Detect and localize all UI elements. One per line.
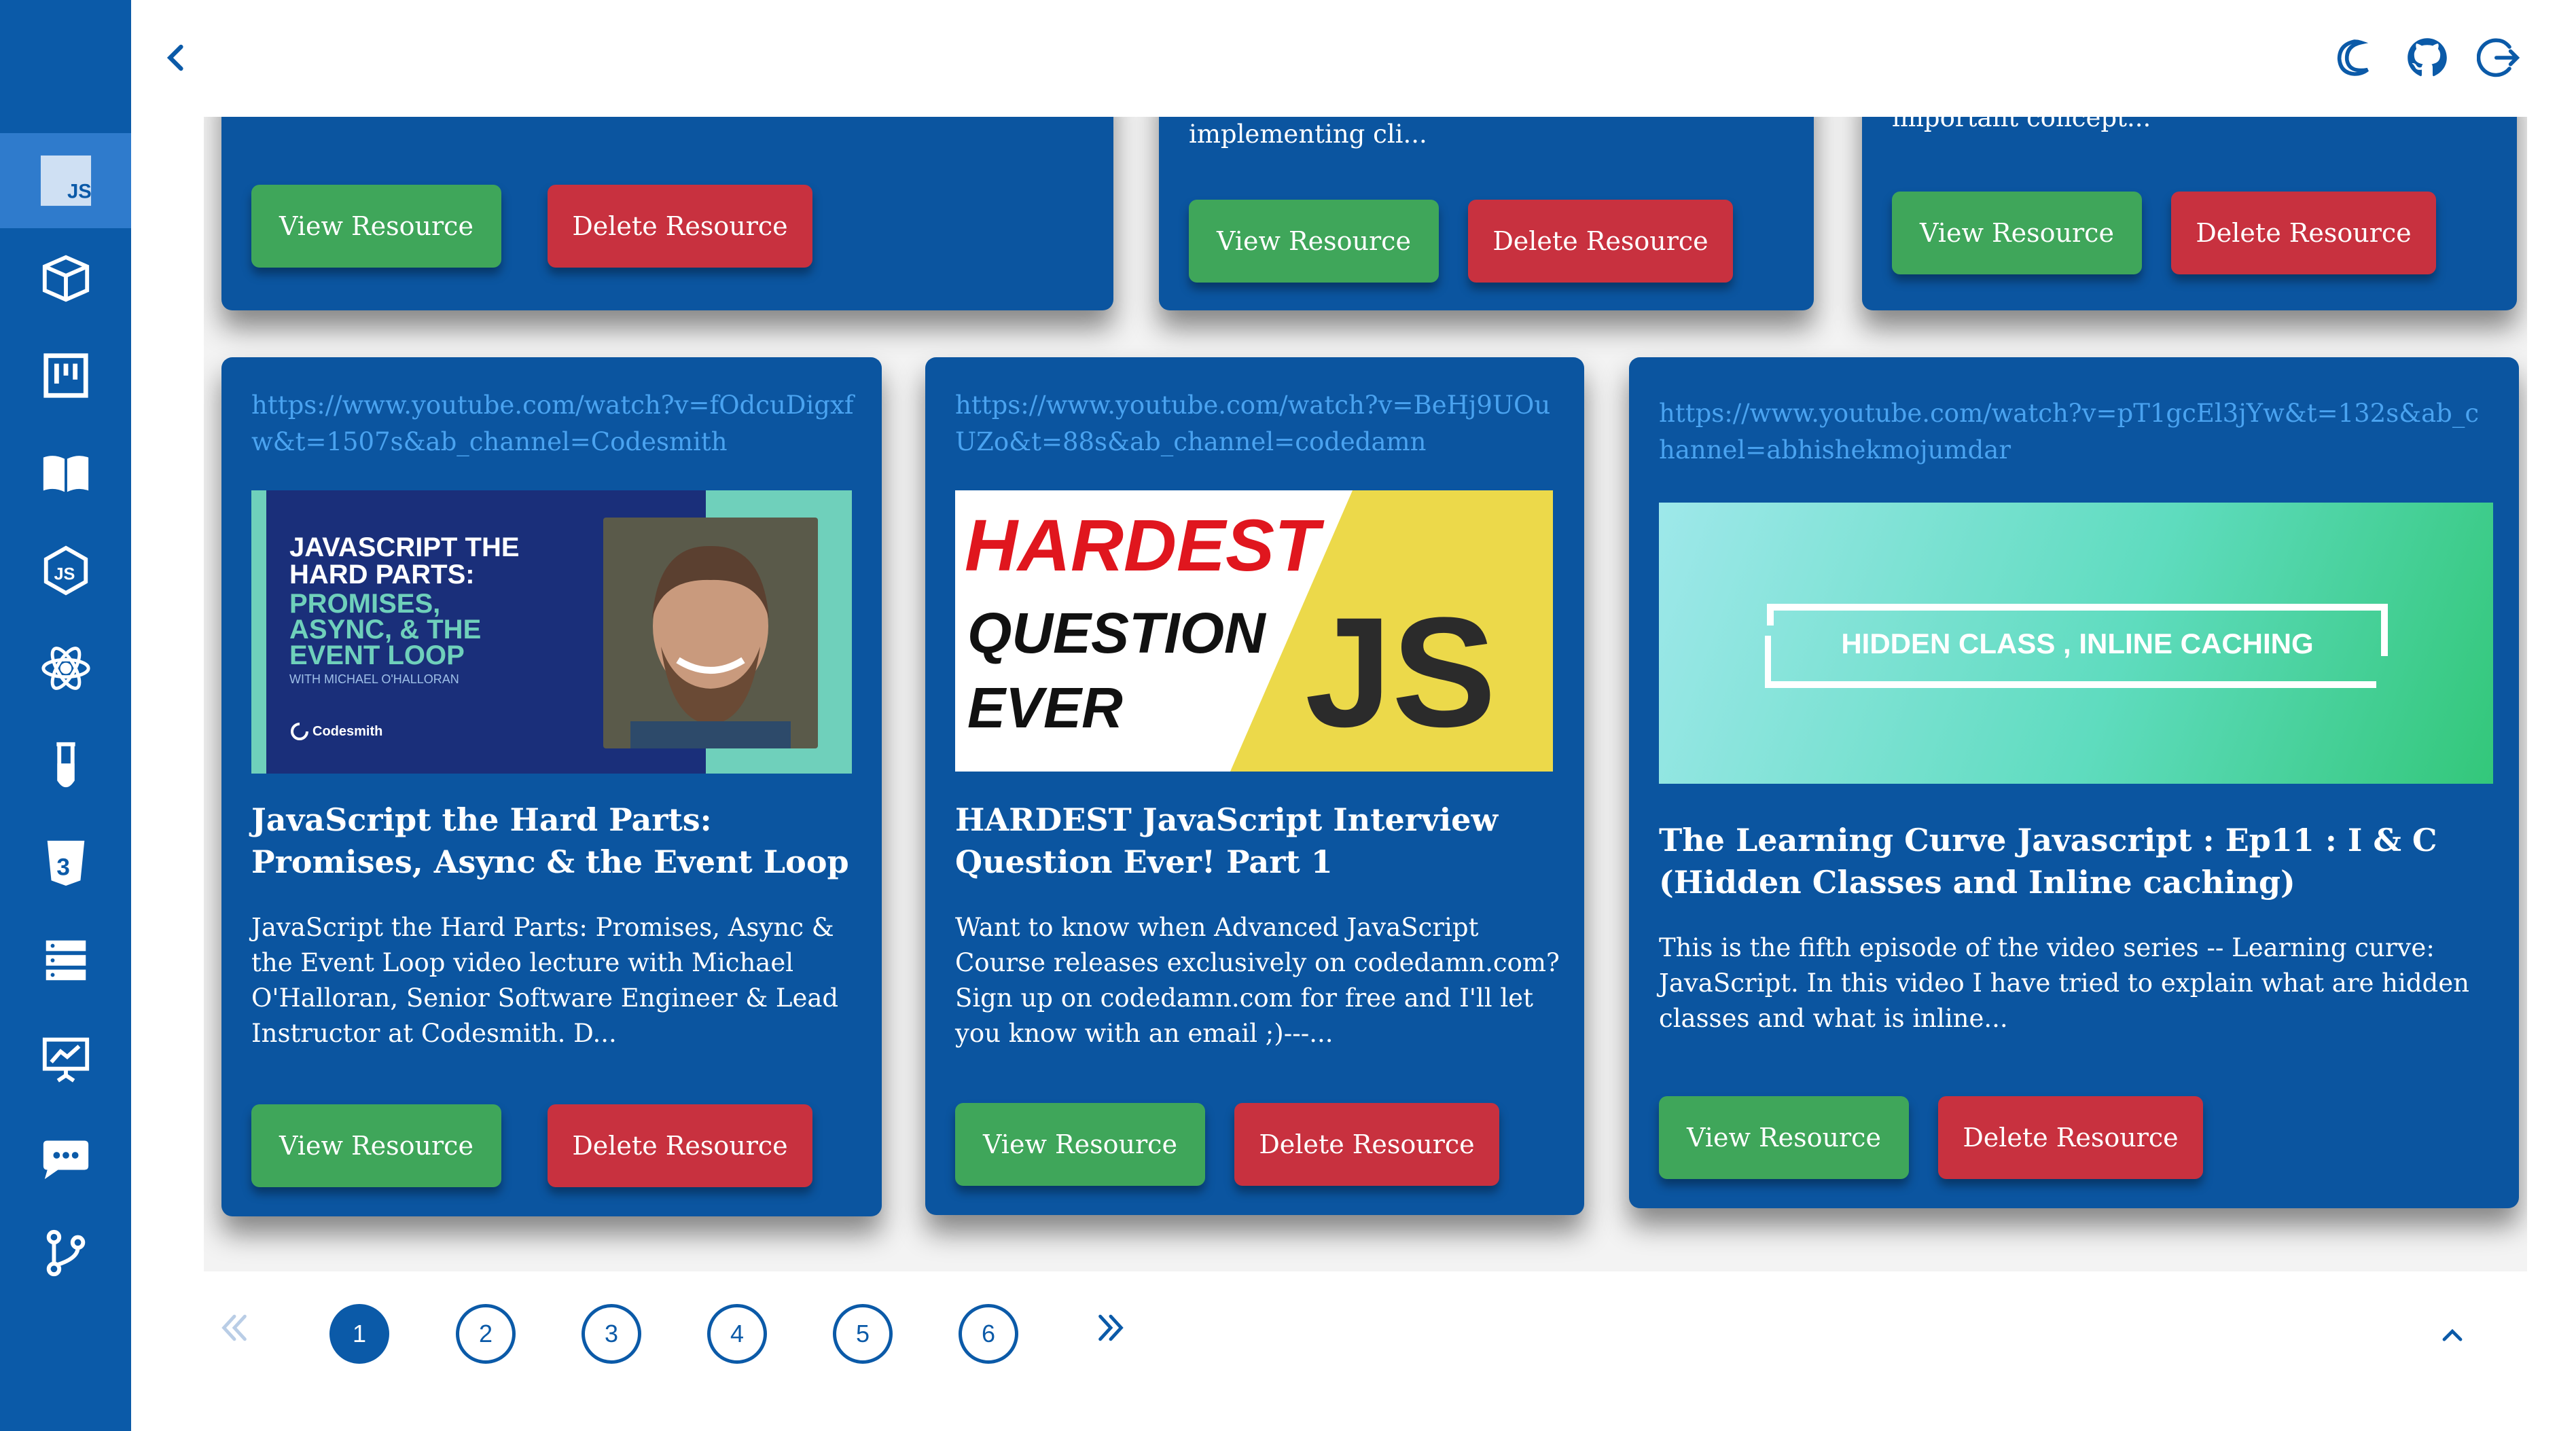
github-button[interactable]: [2397, 27, 2458, 88]
github-icon: [2408, 38, 2447, 77]
sidebar-item-kanban[interactable]: [0, 328, 131, 423]
thumb-headline: EVER: [967, 676, 1123, 740]
resource-url-link[interactable]: https://www.youtube.com/watch?v=fOdcuDig…: [251, 387, 863, 460]
app-root: JS JS 3 View Resource Delete Resource im…: [0, 0, 2576, 1431]
cube-icon: [42, 255, 89, 302]
svg-text:JS: JS: [54, 565, 75, 584]
sidebar-item-testing[interactable]: [0, 718, 131, 813]
resource-thumbnail[interactable]: HIDDEN CLASS , INLINE CACHING: [1659, 503, 2493, 784]
svg-text:JS: JS: [67, 181, 91, 202]
react-atom-icon: [41, 647, 90, 690]
resource-title: HARDEST JavaScript Interview Question Ev…: [955, 801, 1499, 880]
test-tube-icon: [56, 742, 75, 788]
logout-icon: [2477, 38, 2520, 77]
chat-bubble-icon: [43, 1140, 88, 1180]
top-header: [131, 0, 2576, 117]
sidebar-item-javascript[interactable]: JS: [0, 133, 131, 228]
delete-resource-button[interactable]: Delete Resource: [2171, 192, 2436, 274]
thumb-heading: PROMISES,: [289, 589, 441, 619]
view-resource-button[interactable]: View Resource: [955, 1103, 1205, 1186]
page-number-5[interactable]: 5: [833, 1304, 893, 1364]
view-resource-button[interactable]: View Resource: [1892, 192, 2142, 274]
js-logo-text: JS: [1305, 585, 1497, 759]
page-number-4[interactable]: 4: [707, 1304, 767, 1364]
page-number-3[interactable]: 3: [582, 1304, 641, 1364]
view-resource-button[interactable]: View Resource: [251, 185, 501, 268]
previous-page-button[interactable]: [207, 1301, 262, 1355]
back-button[interactable]: [146, 27, 207, 88]
css3-icon: 3: [47, 840, 84, 886]
resource-url-link[interactable]: https://www.youtube.com/watch?v=pT1gcEl3…: [1659, 395, 2488, 469]
sidebar-item-cube[interactable]: [0, 231, 131, 326]
theme-toggle-button[interactable]: [2324, 27, 2385, 88]
delete-resource-button[interactable]: Delete Resource: [548, 185, 812, 268]
thumb-brand: Codesmith: [312, 724, 383, 739]
double-chevron-left-icon: [221, 1314, 247, 1341]
resource-title: JavaScript the Hard Parts: Promises, Asy…: [251, 801, 849, 880]
resource-description: This is the fifth episode of the video s…: [1659, 933, 2469, 1033]
javascript-icon: JS: [40, 155, 91, 206]
resource-card-top-1: View Resource Delete Resource: [221, 117, 1113, 310]
resource-description: important concept...: [1892, 117, 2151, 132]
speaker-portrait: [630, 545, 791, 748]
sidebar-item-chat[interactable]: [0, 1108, 131, 1203]
page-number-6[interactable]: 6: [959, 1304, 1018, 1364]
sidebar-item-nodejs[interactable]: JS: [0, 523, 131, 618]
thumb-headline: HARDEST: [965, 504, 1320, 586]
view-resource-button[interactable]: View Resource: [251, 1104, 501, 1187]
resource-card-top-2: implementing cli... View Resource Delete…: [1159, 117, 1814, 310]
sidebar: JS JS 3: [0, 0, 131, 1431]
sidebar-item-presentation[interactable]: [0, 1011, 131, 1106]
resource-thumbnail[interactable]: HARDEST QUESTION EVER JS: [955, 490, 1553, 772]
thumb-byline: WITH MICHAEL O'HALLORAN: [289, 672, 459, 686]
sidebar-item-git[interactable]: [0, 1206, 131, 1301]
delete-resource-button[interactable]: Delete Resource: [548, 1104, 812, 1187]
presentation-chart-icon: [42, 1037, 89, 1083]
chevron-up-icon: [2442, 1328, 2463, 1341]
thumb-heading: JAVASCRIPT THE: [289, 532, 520, 562]
moon-icon: [2337, 39, 2369, 76]
resource-card: https://www.youtube.com/watch?v=fOdcuDig…: [221, 357, 882, 1216]
resource-card-top-3: important concept... View Resource Delet…: [1862, 117, 2517, 310]
next-page-button[interactable]: [1084, 1301, 1138, 1355]
chevron-left-icon: [166, 44, 183, 71]
resource-url-link[interactable]: https://www.youtube.com/watch?v=BeHj9UOu…: [955, 387, 1567, 460]
sidebar-item-react[interactable]: [0, 621, 131, 716]
resource-card: https://www.youtube.com/watch?v=BeHj9UOu…: [925, 357, 1584, 1215]
thumb-heading: ASYNC, & THE: [289, 615, 482, 645]
resource-thumbnail[interactable]: JAVASCRIPT THE HARD PARTS: PROMISES, ASY…: [251, 490, 852, 774]
resource-title: The Learning Curve Javascript : Ep11 : I…: [1659, 822, 2437, 901]
delete-resource-button[interactable]: Delete Resource: [1234, 1103, 1499, 1186]
sidebar-item-server[interactable]: [0, 913, 131, 1008]
svg-text:3: 3: [56, 854, 70, 881]
double-chevron-right-icon: [1098, 1314, 1124, 1341]
thumb-caption: HIDDEN CLASS , INLINE CACHING: [1841, 628, 2314, 659]
view-resource-button[interactable]: View Resource: [1659, 1096, 1909, 1179]
thumb-heading: HARD PARTS:: [289, 560, 475, 590]
nodejs-icon: JS: [43, 545, 88, 596]
page-number-2[interactable]: 2: [456, 1304, 516, 1364]
sidebar-item-css[interactable]: 3: [0, 816, 131, 911]
page-number-1[interactable]: 1: [329, 1304, 389, 1364]
view-resource-button[interactable]: View Resource: [1189, 200, 1439, 283]
logout-button[interactable]: [2468, 27, 2529, 88]
resource-grid: View Resource Delete Resource implementi…: [204, 117, 2527, 1271]
delete-resource-button[interactable]: Delete Resource: [1938, 1096, 2203, 1179]
codesmith-logo-icon: [291, 723, 308, 740]
delete-resource-button[interactable]: Delete Resource: [1468, 200, 1733, 283]
sidebar-item-book[interactable]: [0, 426, 131, 521]
open-book-icon: [43, 456, 88, 492]
resource-card: https://www.youtube.com/watch?v=pT1gcEl3…: [1629, 357, 2519, 1208]
thumb-heading: EVENT LOOP: [289, 640, 465, 670]
git-branch-icon: [46, 1229, 85, 1277]
scroll-to-top-button[interactable]: [2425, 1307, 2480, 1362]
resource-description: JavaScript the Hard Parts: Promises, Asy…: [251, 913, 839, 1048]
server-stack-icon: [46, 940, 86, 981]
kanban-icon: [43, 353, 88, 398]
thumb-headline: QUESTION: [967, 601, 1266, 665]
resource-description: implementing cli...: [1189, 120, 1427, 149]
resource-description: Want to know when Advanced JavaScript Co…: [955, 913, 1560, 1048]
